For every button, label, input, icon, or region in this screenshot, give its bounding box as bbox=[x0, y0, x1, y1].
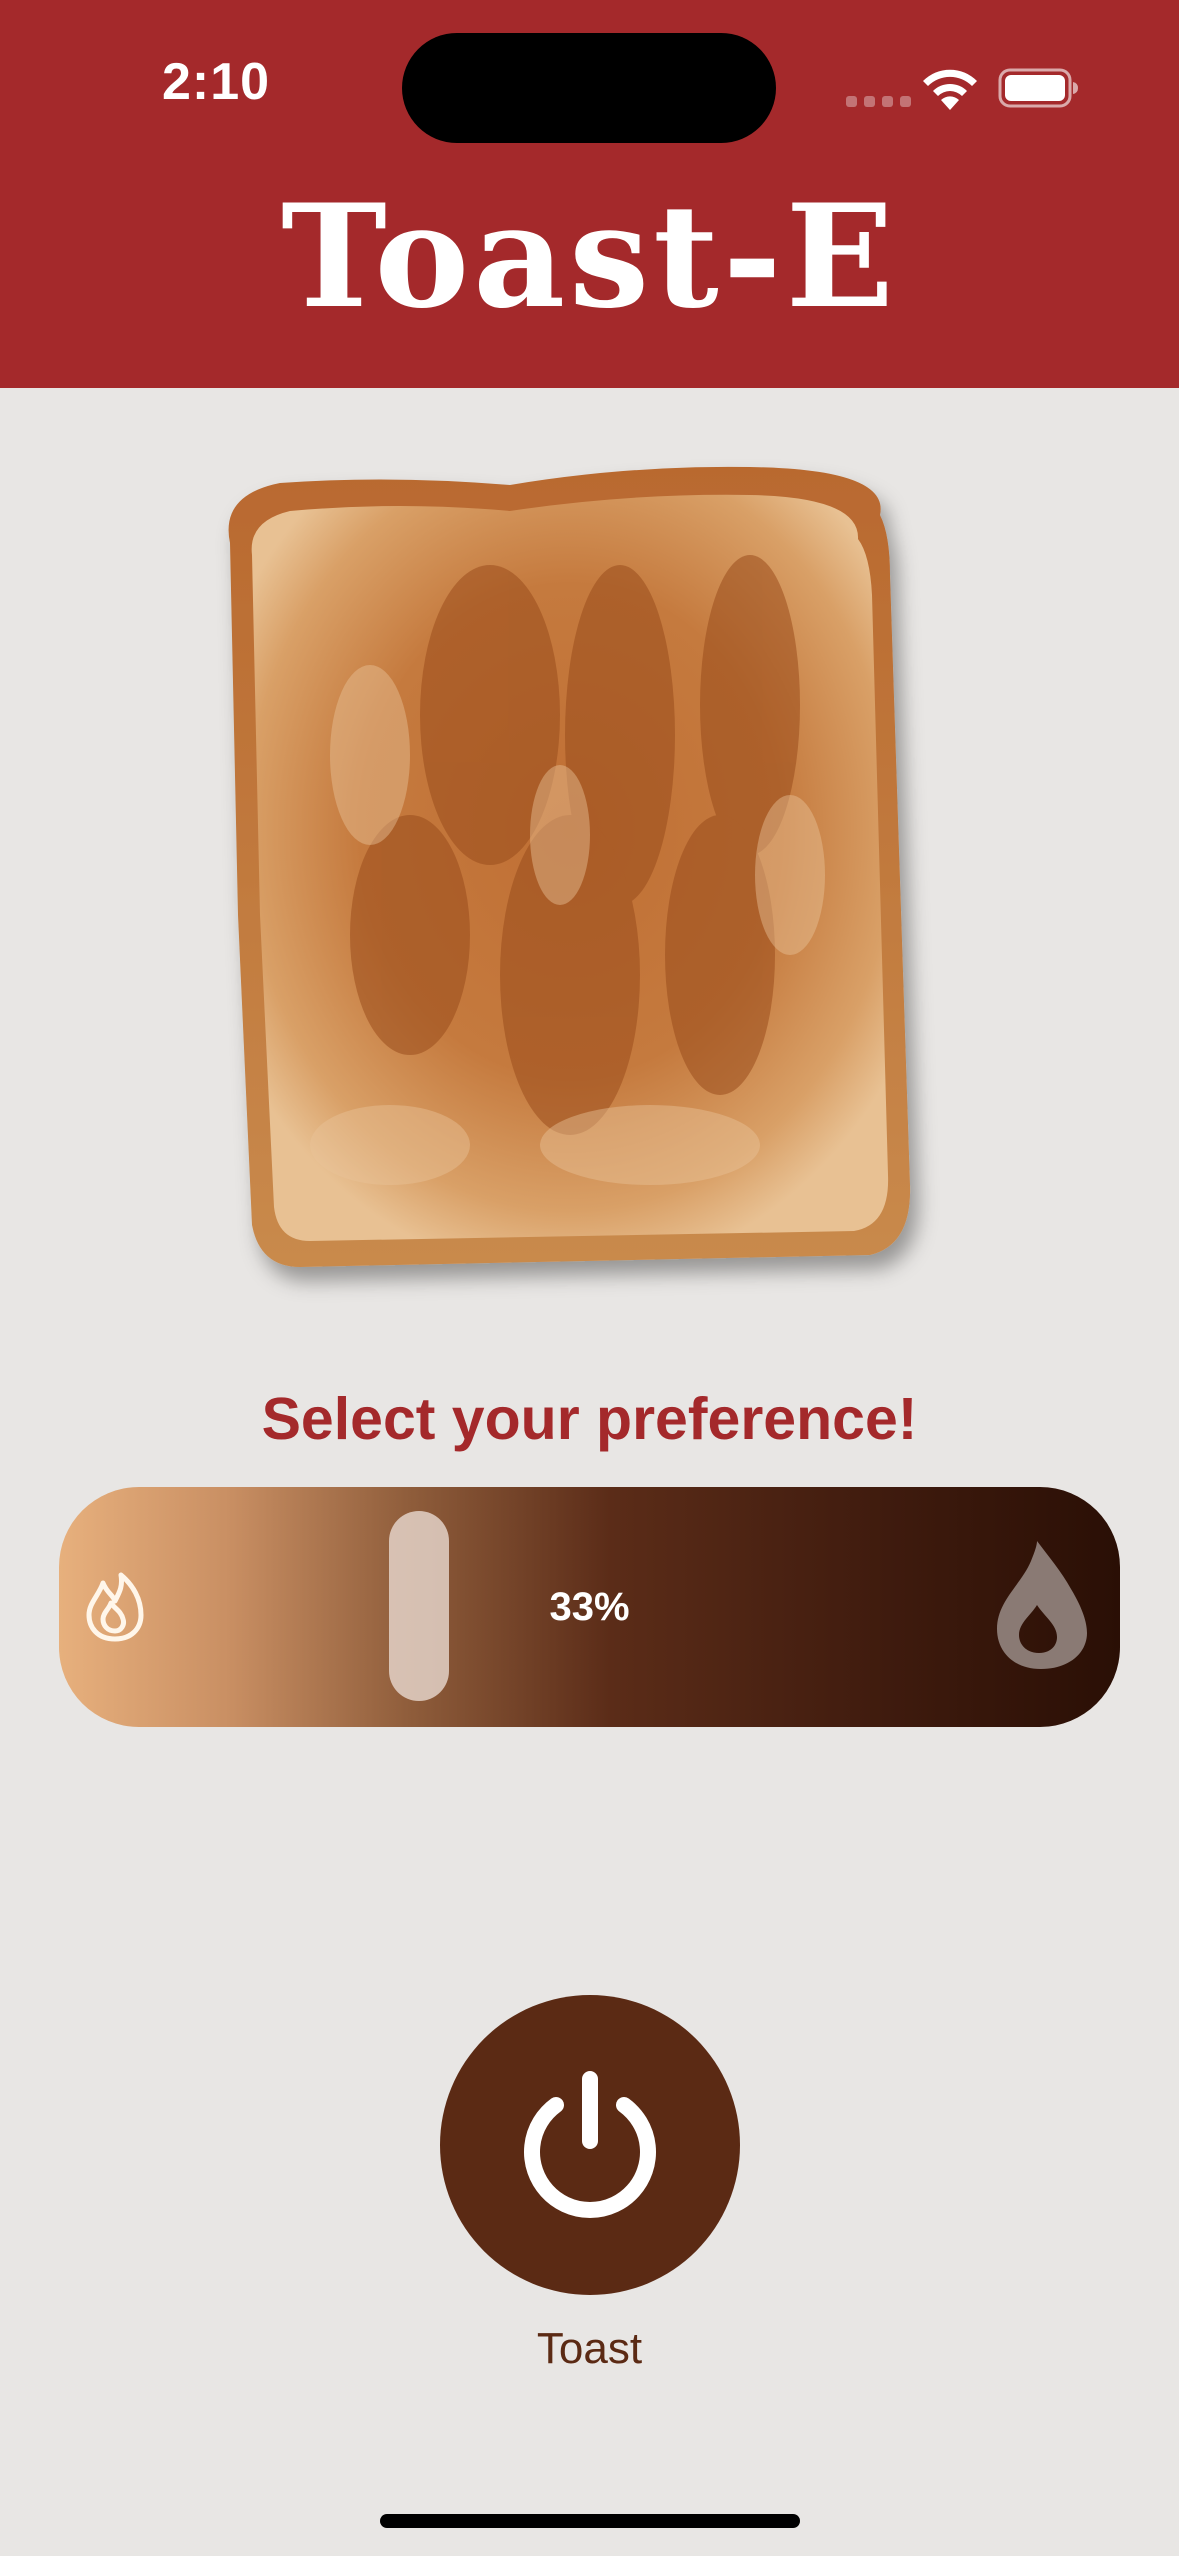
dynamic-island bbox=[402, 33, 776, 143]
toast-image bbox=[228, 466, 911, 1267]
cellular-signal-icon bbox=[846, 96, 911, 107]
preference-heading: Select your preference! bbox=[261, 1386, 918, 1452]
app-title: Toast-E bbox=[281, 174, 898, 340]
home-indicator[interactable] bbox=[380, 2514, 800, 2528]
flame-large-icon bbox=[997, 1541, 1087, 1669]
power-label: Toast bbox=[536, 2324, 643, 2373]
power-icon bbox=[524, 2071, 656, 2218]
status-time: 2:10 bbox=[162, 53, 271, 111]
slider-thumb[interactable] bbox=[389, 1511, 449, 1701]
toast-level-slider[interactable]: 33% bbox=[59, 1487, 1120, 1727]
wifi-icon bbox=[923, 69, 977, 110]
slider-value: 33% bbox=[549, 1585, 630, 1629]
app-header: 2:10 Toast-E bbox=[0, 0, 1179, 388]
toast-power-button[interactable] bbox=[440, 1995, 740, 2295]
battery-icon bbox=[998, 68, 1078, 108]
